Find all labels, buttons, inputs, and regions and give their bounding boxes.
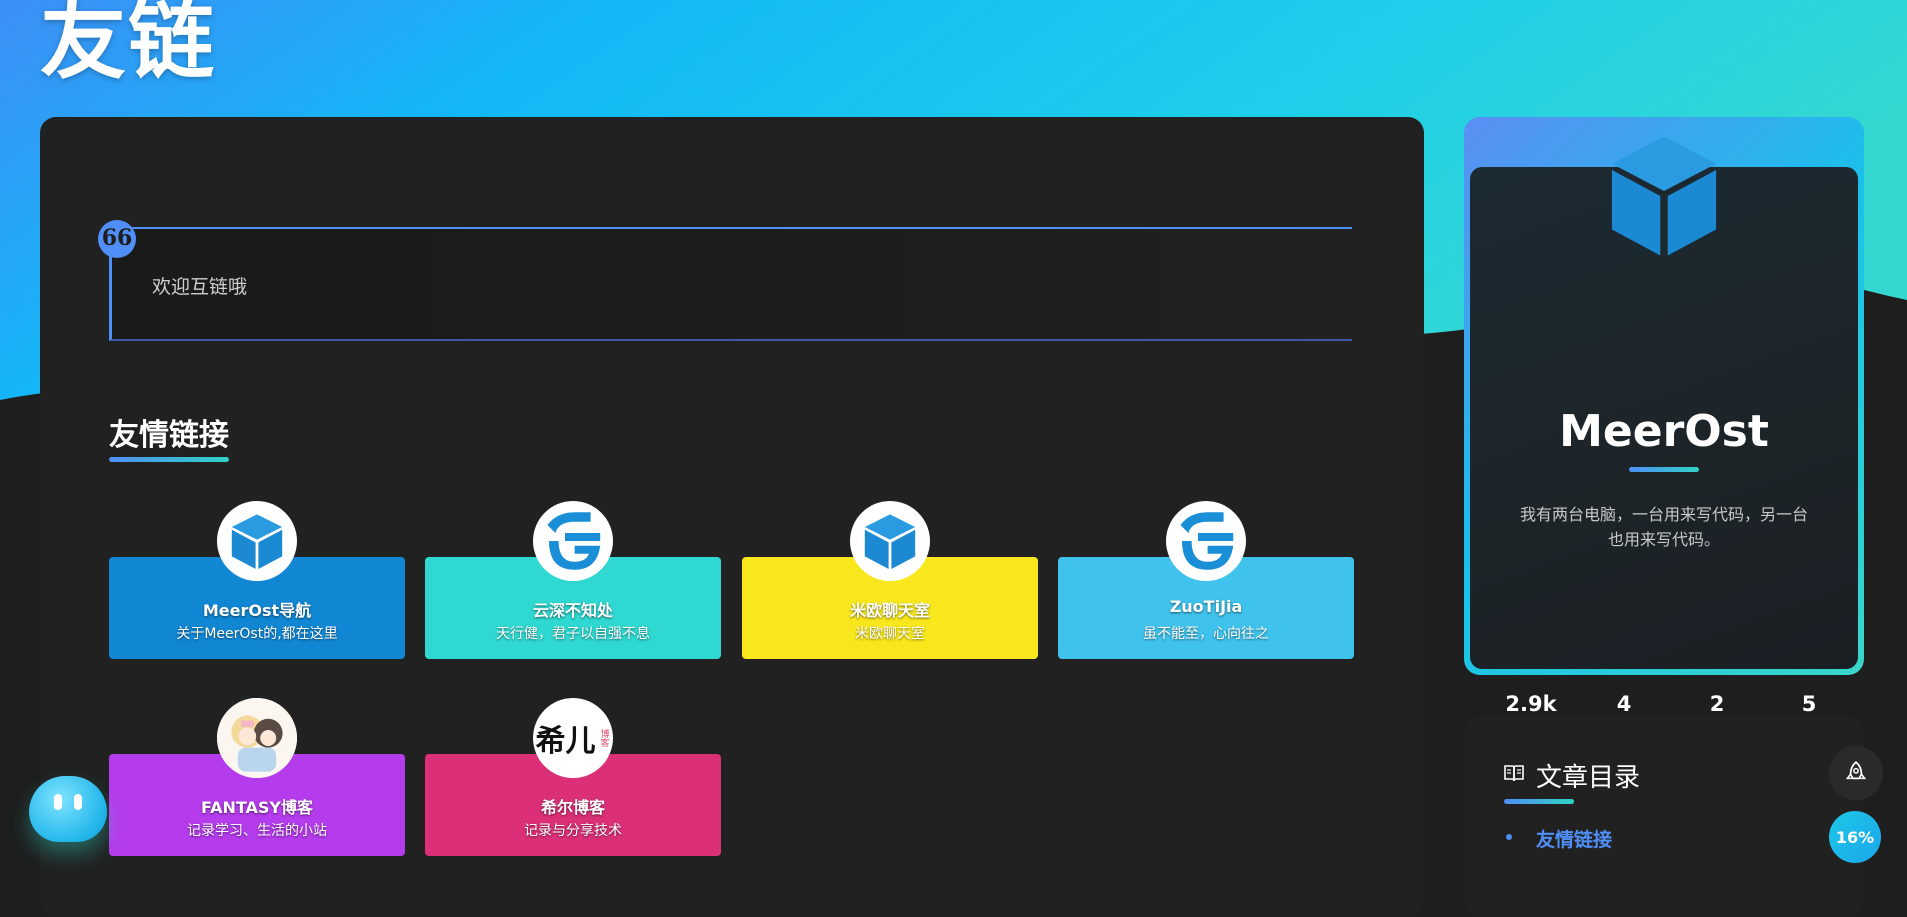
cube-icon[interactable] [217, 501, 297, 581]
friend-link-desc: 米欧聊天室 [855, 626, 925, 642]
mascot-right-eye [74, 794, 82, 810]
stat-number: 4 [1616, 692, 1632, 716]
quote-icon: 66 [98, 220, 136, 258]
friend-link-name: 米欧聊天室 [849, 601, 930, 620]
xier-logo-small-text: 博客 [598, 729, 609, 747]
friend-link-name: ZuoTiJia [1169, 597, 1243, 616]
section-title-friend-links: 友情链接 [109, 418, 229, 453]
stat-number: 2 [1709, 692, 1725, 716]
friend-link-desc: 虽不能至，心向往之 [1143, 626, 1269, 642]
page-title: 友链 [40, 0, 216, 91]
friend-link-name: 希尔博客 [540, 798, 605, 817]
anime-avatar-icon[interactable] [217, 698, 297, 778]
stat-number: 5 [1801, 692, 1817, 716]
mascot-left-eye [54, 794, 62, 810]
toc-title-underline [1504, 799, 1574, 804]
back-to-top-button[interactable] [1829, 746, 1883, 800]
friend-link-name: FANTASY博客 [200, 798, 314, 817]
author-profile-card: MeerOst 我有两台电脑，一台用来写代码，另一台也用来写代码。 2.9k 文… [1464, 117, 1864, 752]
welcome-quote-text: 欢迎互链哦 [152, 276, 248, 298]
friend-link-desc: 关于MeerOst的,都在这里 [176, 626, 338, 642]
toc-title: 文章目录 [1536, 763, 1641, 793]
main-content-card: 66 欢迎互链哦 友情链接 MeerOst导航 关于MeerOst的,都在这里 … [40, 117, 1424, 917]
mascot-widget[interactable] [29, 776, 107, 842]
scroll-progress-button[interactable]: 16% [1829, 811, 1881, 863]
book-icon [1504, 765, 1524, 782]
author-description: 我有两台电脑，一台用来写代码，另一台也用来写代码。 [1519, 505, 1808, 549]
section-underline [109, 457, 229, 462]
friend-link-name: 云深不知处 [532, 601, 613, 620]
g-logo-icon[interactable] [533, 501, 613, 581]
friend-link-desc: 记录学习、生活的小站 [187, 823, 327, 839]
toc-card: 文章目录 友情链接 [1464, 717, 1864, 917]
author-name: MeerOst [1559, 406, 1769, 457]
welcome-quote-box [109, 227, 1352, 341]
scroll-percent: 16% [1835, 827, 1875, 847]
xier-logo-icon[interactable]: 希儿 博客 [533, 698, 613, 778]
friend-link-desc: 天行健，君子以自强不息 [496, 626, 650, 642]
site-logo-cube-icon [1611, 136, 1717, 256]
g-logo-icon[interactable] [1166, 501, 1246, 581]
friend-link-desc: 记录与分享技术 [524, 823, 622, 839]
author-name-underline [1629, 467, 1699, 472]
xier-logo-text: 希儿 [535, 724, 596, 759]
toc-item-friend-links[interactable]: 友情链接 [1536, 825, 1612, 852]
rocket-icon [1845, 761, 1867, 780]
toc-bullet [1506, 834, 1512, 840]
stat-number: 2.9k [1505, 692, 1557, 716]
friend-link-name: MeerOst导航 [202, 601, 312, 620]
cube-icon[interactable] [850, 501, 930, 581]
